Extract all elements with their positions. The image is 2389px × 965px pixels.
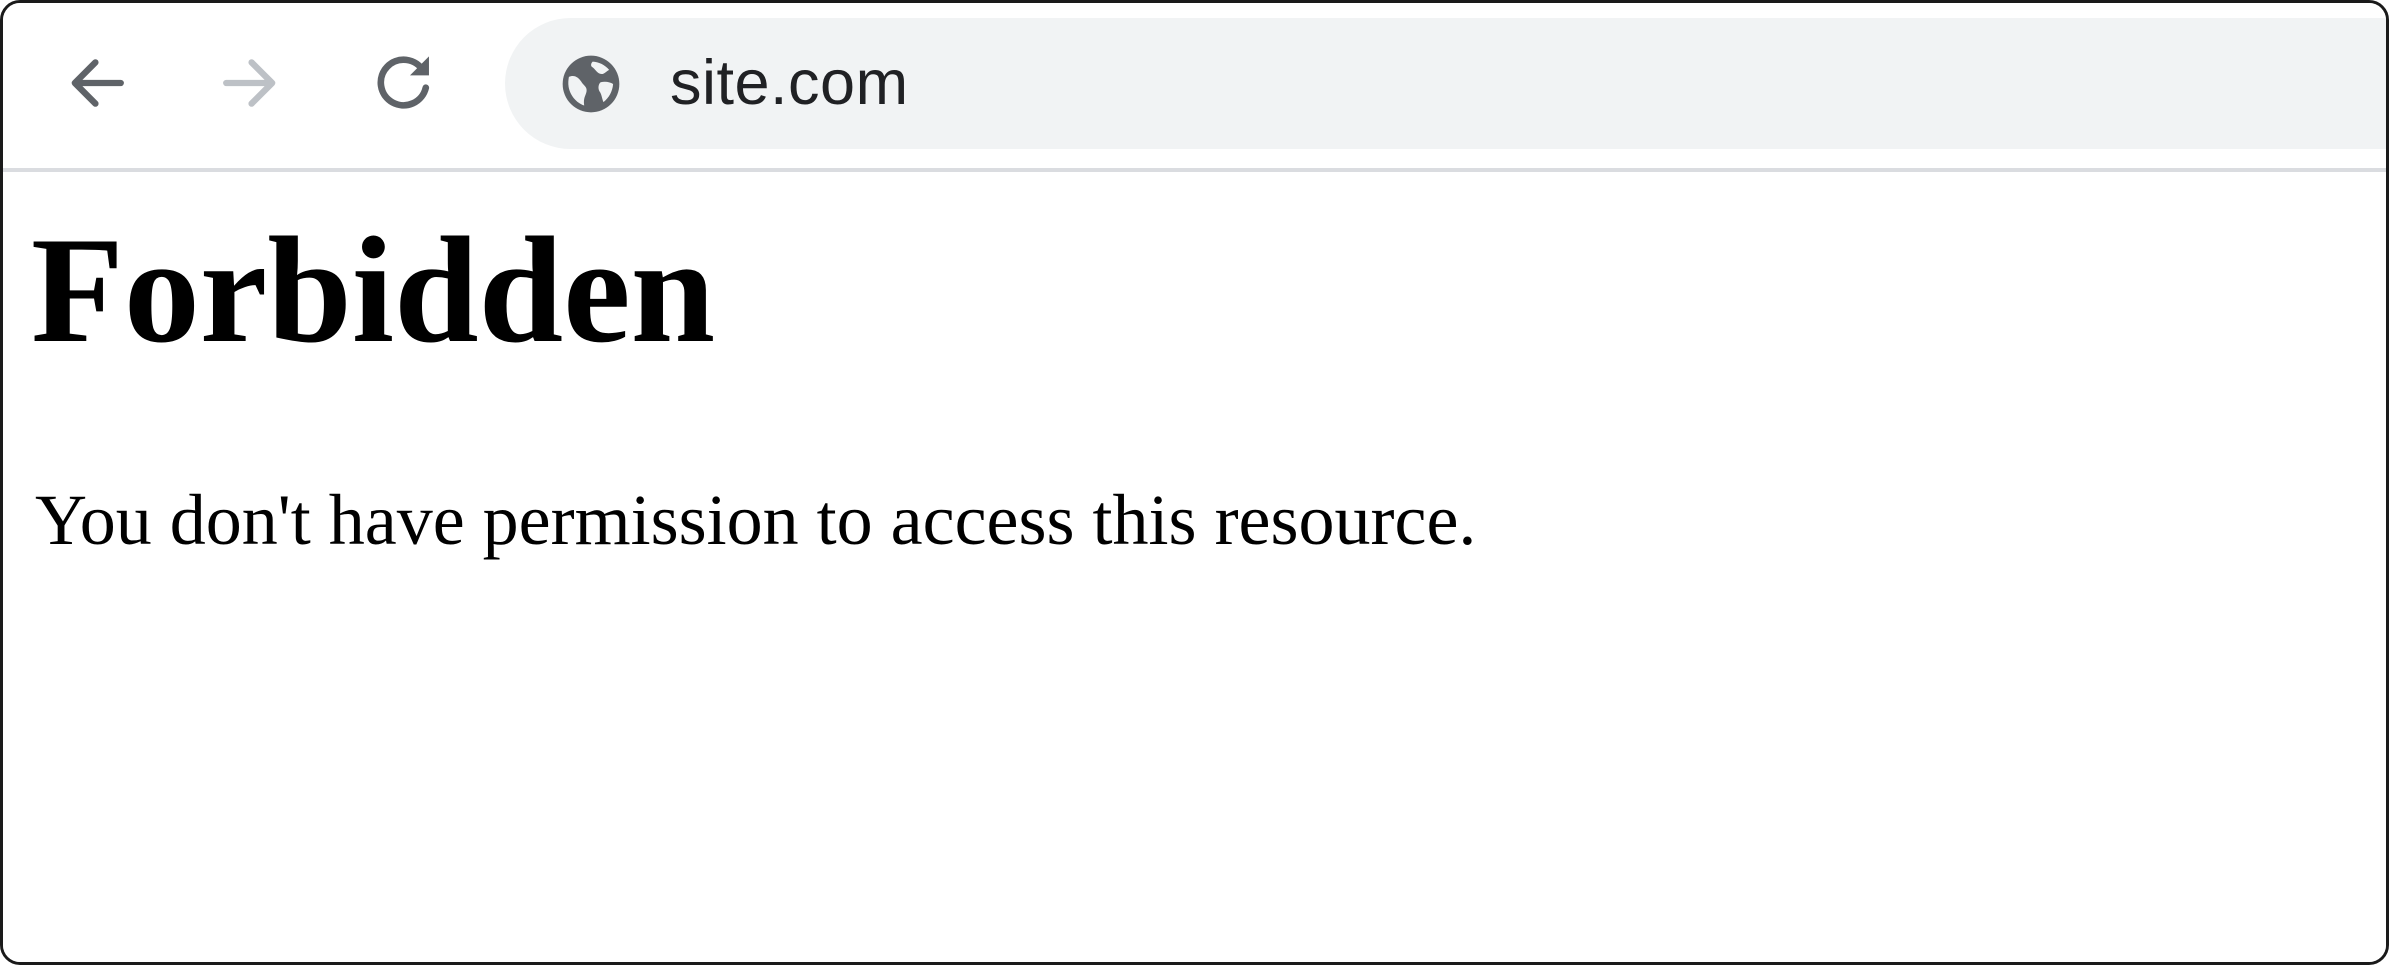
- forward-arrow-icon: [223, 59, 276, 107]
- back-button[interactable]: [55, 41, 139, 125]
- globe-icon: [562, 55, 620, 113]
- back-arrow-icon: [71, 59, 124, 107]
- reload-button[interactable]: [361, 41, 445, 125]
- site-info-button[interactable]: [556, 49, 626, 119]
- error-message: You don't have permission to access this…: [35, 480, 1477, 560]
- browser-window: site.com Forbidden You don't have permis…: [0, 0, 2389, 965]
- url-text[interactable]: site.com: [670, 18, 909, 149]
- page-title: Forbidden: [31, 206, 716, 374]
- page-content: Forbidden You don't have permission to a…: [3, 172, 2386, 962]
- address-bar[interactable]: site.com: [505, 18, 2386, 149]
- browser-toolbar: site.com: [3, 3, 2386, 172]
- reload-icon: [377, 56, 430, 109]
- forward-button[interactable]: [208, 41, 292, 125]
